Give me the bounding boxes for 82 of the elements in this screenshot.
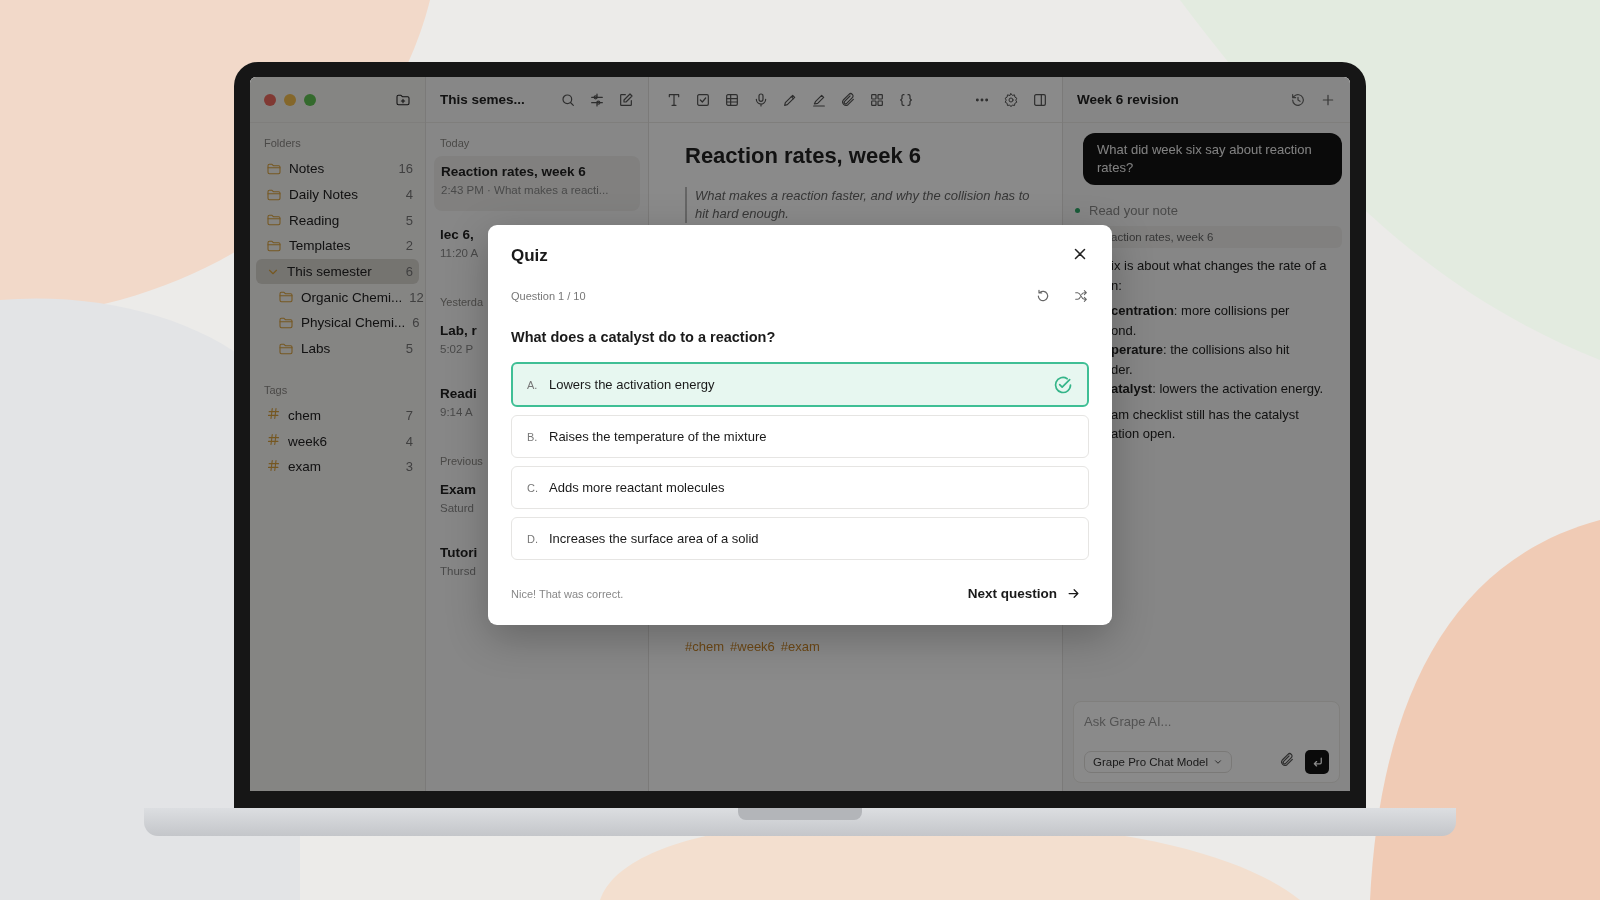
tag-item[interactable]: week6 4	[256, 428, 419, 454]
group-heading: Today	[439, 136, 471, 151]
option-letter: B.	[527, 430, 539, 443]
chat-title: Week 6 revision	[1077, 92, 1180, 107]
option-text: Raises the temperature of the mixture	[549, 429, 768, 444]
model-dropdown[interactable]: Grape Pro Chat Model	[1084, 751, 1233, 773]
note-title: lec 6,	[440, 227, 474, 242]
note-title: Exam	[440, 482, 477, 497]
section-heading: Folders	[263, 136, 302, 151]
arrow-right-icon	[1066, 586, 1081, 601]
option-letter: A.	[527, 378, 539, 391]
answer-option[interactable]: B. Raises the temperature of the mixture	[511, 415, 1089, 458]
folder-item[interactable]: Templates 2	[256, 233, 419, 259]
answer-line: perature: the collisions also hit	[1111, 341, 1291, 359]
note-meta: 5:02 P	[440, 343, 474, 355]
note-meta: Thursd	[440, 565, 476, 577]
folder-item[interactable]: Daily Notes 4	[256, 181, 419, 208]
hash-icon	[266, 432, 281, 448]
paperclip-icon[interactable]	[1279, 752, 1295, 768]
answer-line: n:	[1111, 276, 1123, 295]
group-heading: Previous	[439, 454, 484, 469]
tag-item[interactable]: chem 7	[256, 402, 419, 429]
settings-icon[interactable]	[1003, 91, 1019, 108]
folder-item[interactable]: Labs 5	[256, 335, 419, 362]
note-quote: What makes a reaction faster, and why the collision has to hit hard enough.	[685, 187, 1034, 223]
sliders-icon[interactable]	[589, 91, 605, 108]
status-dot	[1075, 208, 1080, 213]
compose-icon[interactable]	[618, 91, 634, 108]
option-letter: D.	[527, 532, 539, 545]
check-circle-icon	[1053, 374, 1073, 395]
microphone-icon[interactable]	[753, 91, 769, 108]
tag-item[interactable]: exam 3	[256, 453, 419, 480]
answer-option[interactable]: D. Increases the surface area of a solid	[511, 517, 1089, 560]
answer-line: ation open.	[1111, 425, 1177, 443]
answer-line: ix is about what changes the rate of a	[1111, 257, 1328, 275]
search-icon[interactable]	[560, 91, 576, 108]
answer-line: ond.	[1111, 321, 1138, 340]
answer-line: atalyst: lowers the activation energy.	[1111, 380, 1325, 398]
answer-line: centration: more collisions per	[1111, 302, 1291, 320]
user-message: What did week six say about reaction rates?	[1083, 133, 1342, 185]
answer-option[interactable]: A. Lowers the activation energy	[511, 362, 1089, 407]
folder-item[interactable]: Physical Chemi... 6	[256, 310, 419, 336]
note-title: Tutori	[440, 545, 478, 560]
note-title: Reaction rates, week 6	[685, 143, 922, 169]
sidebar-icon[interactable]	[1032, 91, 1048, 108]
group-heading: Yesterda	[439, 295, 485, 310]
shuffle-icon[interactable]	[1073, 288, 1089, 304]
chevron-down-icon	[1213, 757, 1224, 767]
next-question-button[interactable]: Next question	[967, 586, 1089, 601]
folder-item[interactable]: Notes 16	[256, 156, 419, 182]
feedback-text: Nice! That was correct.	[511, 587, 625, 600]
note-meta: 9:14 A	[440, 406, 473, 418]
note-title: Readi	[440, 386, 477, 401]
option-text: Increases the surface area of a solid	[549, 531, 760, 546]
dialog-title: Quiz	[511, 246, 548, 266]
send-button[interactable]	[1305, 750, 1329, 774]
question-text: What does a catalyst do to a reaction?	[511, 329, 777, 345]
undo-icon[interactable]	[1035, 288, 1051, 304]
hash-icon	[266, 457, 281, 473]
answer-line: am checklist still has the catalyst	[1111, 405, 1300, 424]
answer-line: der.	[1111, 360, 1134, 379]
option-letter: C.	[527, 481, 539, 494]
close-window-button[interactable]	[264, 93, 276, 106]
section-heading: Tags	[263, 382, 289, 398]
checkbox-icon[interactable]	[695, 91, 711, 108]
hash-icon	[266, 406, 281, 422]
history-icon[interactable]	[1290, 91, 1306, 108]
note-title: Reaction rates, week 6	[441, 164, 586, 179]
braces-icon[interactable]	[898, 91, 914, 108]
text-icon[interactable]	[666, 91, 682, 108]
option-text: Lowers the activation energy	[549, 377, 716, 392]
grid-icon[interactable]	[869, 91, 885, 108]
answer-option[interactable]: C. Adds more reactant molecules	[511, 466, 1089, 509]
note-meta: 11:20 A	[440, 247, 479, 259]
paperclip-icon[interactable]	[840, 91, 856, 108]
folder-item[interactable]: Reading 5	[256, 207, 419, 234]
note-title: Lab, r	[440, 323, 477, 338]
status-text: Read your note	[1089, 203, 1178, 218]
table-icon[interactable]	[724, 91, 740, 108]
option-text: Adds more reactant molecules	[549, 480, 726, 495]
list-title: This semes...	[440, 92, 526, 107]
note-meta: Saturd	[440, 502, 474, 514]
